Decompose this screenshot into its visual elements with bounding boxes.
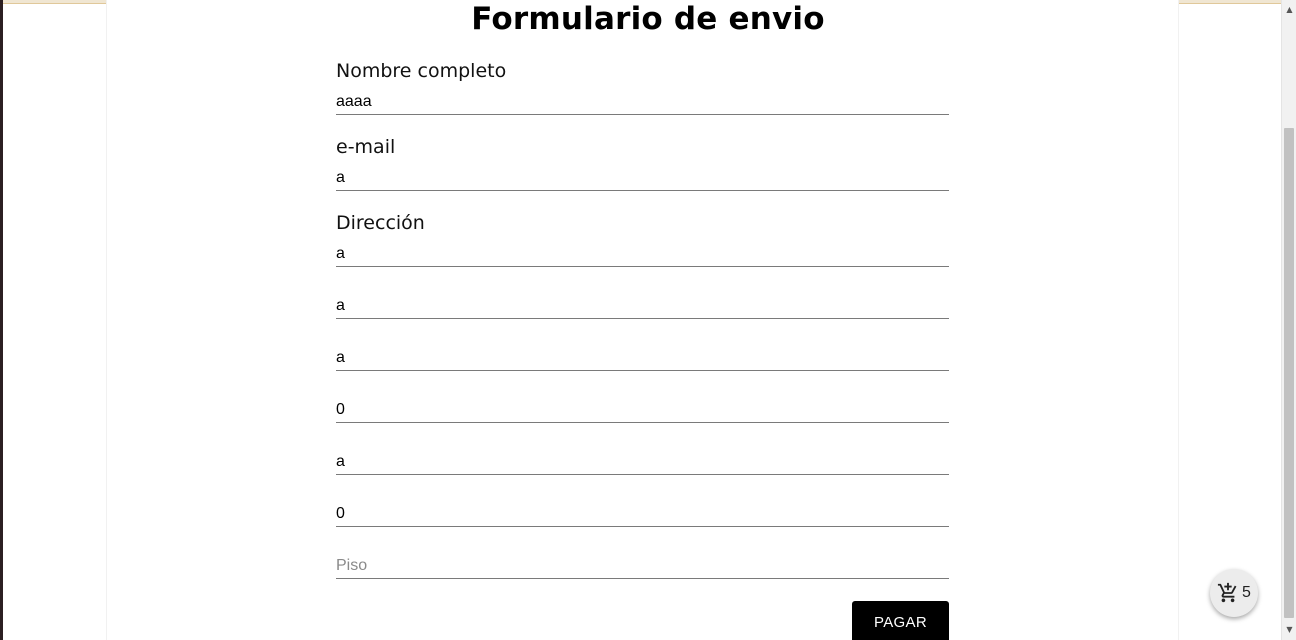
name-label: Nombre completo [336,60,507,82]
email-label: e-mail [336,136,396,158]
scroll-up-icon[interactable]: ▲ [1282,4,1296,16]
window-left-edge [0,0,3,640]
pay-button[interactable]: PAGAR [852,601,949,640]
address-postal-field[interactable] [336,501,949,527]
piso-field[interactable] [336,553,949,579]
name-field[interactable] [336,89,949,115]
address-label: Dirección [336,212,425,234]
address-extra-field[interactable] [336,449,949,475]
address-street-field[interactable] [336,241,949,267]
email-field[interactable] [336,165,949,191]
address-province-field[interactable] [336,345,949,371]
address-number-field[interactable] [336,397,949,423]
page-title: Formulario de envio [471,1,825,37]
scroll-down-icon[interactable]: ▼ [1282,624,1296,636]
cart-add-icon [1217,582,1237,603]
address-city-field[interactable] [336,293,949,319]
cart-count-badge: 5 [1242,584,1251,601]
vertical-scrollbar[interactable]: ▲ ▼ [1281,0,1296,640]
scrollbar-thumb[interactable] [1284,128,1294,618]
cart-button[interactable]: 5 [1210,569,1258,617]
